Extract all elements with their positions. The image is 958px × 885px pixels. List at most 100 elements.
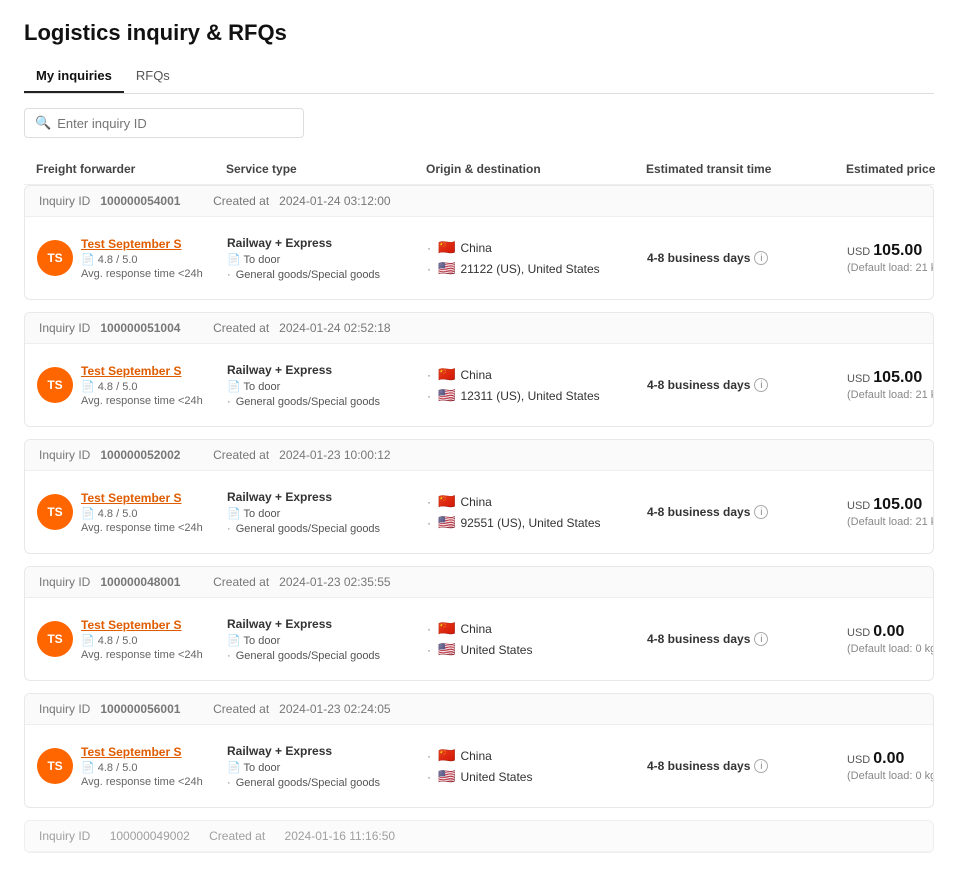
inquiry-row-4: TS Test September S 📄 4.8 / 5.0 Avg. res… [25, 598, 933, 680]
origin-info-3: · 🇨🇳 China · 🇺🇸 92551 (US), United State… [427, 493, 647, 531]
table-header: Freight forwarder Service type Origin & … [24, 154, 934, 185]
origin-country-1: China [460, 241, 491, 255]
inquiry-meta-4: Inquiry ID 100000048001 Created at 2024-… [25, 567, 933, 598]
origin-country-3: China [460, 495, 491, 509]
forwarder-name-4[interactable]: Test September S [81, 618, 203, 632]
partial-inquiry-block: Inquiry ID 100000049002 Created at 2024-… [24, 820, 934, 853]
service-goods-2: · General goods/Special goods [227, 396, 427, 408]
service-type-1: Railway + Express [227, 236, 427, 250]
origin-flag-4: 🇨🇳 [438, 620, 455, 637]
inquiry-block-4: Inquiry ID 100000048001 Created at 2024-… [24, 566, 934, 681]
tab-my-inquiries[interactable]: My inquiries [24, 60, 124, 93]
inquiry-id-label: Inquiry ID [39, 829, 90, 843]
service-goods-3: · General goods/Special goods [227, 523, 427, 535]
forwarder-response-5: Avg. response time <24h [81, 776, 203, 788]
transit-value-4: 4-8 business days [647, 632, 750, 646]
created-label: Created at 2024-01-23 02:24:05 [213, 702, 390, 716]
transit-info-icon-2[interactable]: i [754, 378, 768, 392]
transit-value-5: 4-8 business days [647, 759, 750, 773]
col-header-transit: Estimated transit time [646, 162, 846, 176]
search-icon: 🔍 [35, 115, 51, 131]
dest-flag-1: 🇺🇸 [438, 260, 455, 277]
destination-3: 92551 (US), United States [460, 516, 600, 530]
service-info-3: Railway + Express 📄 To door · General go… [227, 490, 427, 535]
transit-info-icon-3[interactable]: i [754, 505, 768, 519]
col-header-origin: Origin & destination [426, 162, 646, 176]
forwarder-name-5[interactable]: Test September S [81, 745, 203, 759]
forwarder-rating-1: 📄 4.8 / 5.0 [81, 253, 203, 266]
destination-4: United States [460, 643, 532, 657]
origin-info-1: · 🇨🇳 China · 🇺🇸 21122 (US), United State… [427, 239, 647, 277]
inquiry-id-label: Inquiry ID 100000048001 [39, 575, 180, 589]
service-goods-5: · General goods/Special goods [227, 777, 427, 789]
service-type-5: Railway + Express [227, 744, 427, 758]
inquiry-block-3: Inquiry ID 100000052002 Created at 2024-… [24, 439, 934, 554]
destination-2: 12311 (US), United States [460, 389, 599, 403]
tab-rfqs[interactable]: RFQs [124, 60, 182, 93]
forwarder-rating-5: 📄 4.8 / 5.0 [81, 761, 203, 774]
inquiries-list: Inquiry ID 100000054001 Created at 2024-… [24, 185, 934, 808]
origin-row-4: · 🇨🇳 China [427, 620, 647, 637]
created-label: Created at 2024-01-23 10:00:12 [213, 448, 390, 462]
inquiry-id-label: Inquiry ID 100000056001 [39, 702, 180, 716]
inquiry-meta-1: Inquiry ID 100000054001 Created at 2024-… [25, 186, 933, 217]
inquiry-block-5: Inquiry ID 100000056001 Created at 2024-… [24, 693, 934, 808]
forwarder-name-1[interactable]: Test September S [81, 237, 203, 251]
forwarder-response-2: Avg. response time <24h [81, 395, 203, 407]
avatar-5: TS [37, 748, 73, 784]
avatar-3: TS [37, 494, 73, 530]
tabs: My inquiries RFQs [24, 60, 934, 94]
price-load-1: (Default load: 21 kg) [847, 262, 934, 274]
service-info-4: Railway + Express 📄 To door · General go… [227, 617, 427, 662]
dest-row-4: · 🇺🇸 United States [427, 641, 647, 658]
price-info-5: USD 0.00 (Default load: 0 kg) [847, 750, 934, 782]
transit-time-2: 4-8 business days i [647, 378, 847, 392]
created-label: Created at 2024-01-24 03:12:00 [213, 194, 390, 208]
service-delivery-1: 📄 To door [227, 253, 427, 266]
forwarder-name-2[interactable]: Test September S [81, 364, 203, 378]
forwarder-text-2: Test September S 📄 4.8 / 5.0 Avg. respon… [81, 364, 203, 407]
forwarder-response-3: Avg. response time <24h [81, 522, 203, 534]
forwarder-text-1: Test September S 📄 4.8 / 5.0 Avg. respon… [81, 237, 203, 280]
transit-value-3: 4-8 business days [647, 505, 750, 519]
origin-row-3: · 🇨🇳 China [427, 493, 647, 510]
transit-info-icon-5[interactable]: i [754, 759, 768, 773]
service-goods-1: · General goods/Special goods [227, 269, 427, 281]
inquiry-id-label: Inquiry ID 100000052002 [39, 448, 180, 462]
transit-info-icon-1[interactable]: i [754, 251, 768, 265]
forwarder-name-3[interactable]: Test September S [81, 491, 203, 505]
transit-time-4: 4-8 business days i [647, 632, 847, 646]
origin-flag-1: 🇨🇳 [438, 239, 455, 256]
price-currency-2: USD 105.00 [847, 369, 934, 387]
transit-time-1: 4-8 business days i [647, 251, 847, 265]
transit-info-icon-4[interactable]: i [754, 632, 768, 646]
origin-country-4: China [460, 622, 491, 636]
service-info-5: Railway + Express 📄 To door · General go… [227, 744, 427, 789]
dest-row-5: · 🇺🇸 United States [427, 768, 647, 785]
service-delivery-5: 📄 To door [227, 761, 427, 774]
dest-row-2: · 🇺🇸 12311 (US), United States [427, 387, 647, 404]
search-input[interactable] [57, 116, 293, 131]
origin-row-1: · 🇨🇳 China [427, 239, 647, 256]
transit-time-3: 4-8 business days i [647, 505, 847, 519]
origin-flag-2: 🇨🇳 [438, 366, 455, 383]
forwarder-info-4: TS Test September S 📄 4.8 / 5.0 Avg. res… [37, 618, 227, 661]
inquiry-row-3: TS Test September S 📄 4.8 / 5.0 Avg. res… [25, 471, 933, 553]
dest-flag-2: 🇺🇸 [438, 387, 455, 404]
transit-time-5: 4-8 business days i [647, 759, 847, 773]
price-currency-4: USD 0.00 [847, 623, 934, 641]
forwarder-info-3: TS Test September S 📄 4.8 / 5.0 Avg. res… [37, 491, 227, 534]
forwarder-text-4: Test September S 📄 4.8 / 5.0 Avg. respon… [81, 618, 203, 661]
forwarder-rating-4: 📄 4.8 / 5.0 [81, 634, 203, 647]
service-info-1: Railway + Express 📄 To door · General go… [227, 236, 427, 281]
origin-info-4: · 🇨🇳 China · 🇺🇸 United States [427, 620, 647, 658]
price-load-3: (Default load: 21 kg) [847, 516, 934, 528]
price-load-2: (Default load: 21 kg) [847, 389, 934, 401]
price-info-3: USD 105.00 (Default load: 21 kg) [847, 496, 934, 528]
search-bar: 🔍 [24, 108, 304, 138]
forwarder-info-2: TS Test September S 📄 4.8 / 5.0 Avg. res… [37, 364, 227, 407]
forwarder-text-5: Test September S 📄 4.8 / 5.0 Avg. respon… [81, 745, 203, 788]
origin-info-2: · 🇨🇳 China · 🇺🇸 12311 (US), United State… [427, 366, 647, 404]
inquiry-row-5: TS Test September S 📄 4.8 / 5.0 Avg. res… [25, 725, 933, 807]
dest-row-1: · 🇺🇸 21122 (US), United States [427, 260, 647, 277]
